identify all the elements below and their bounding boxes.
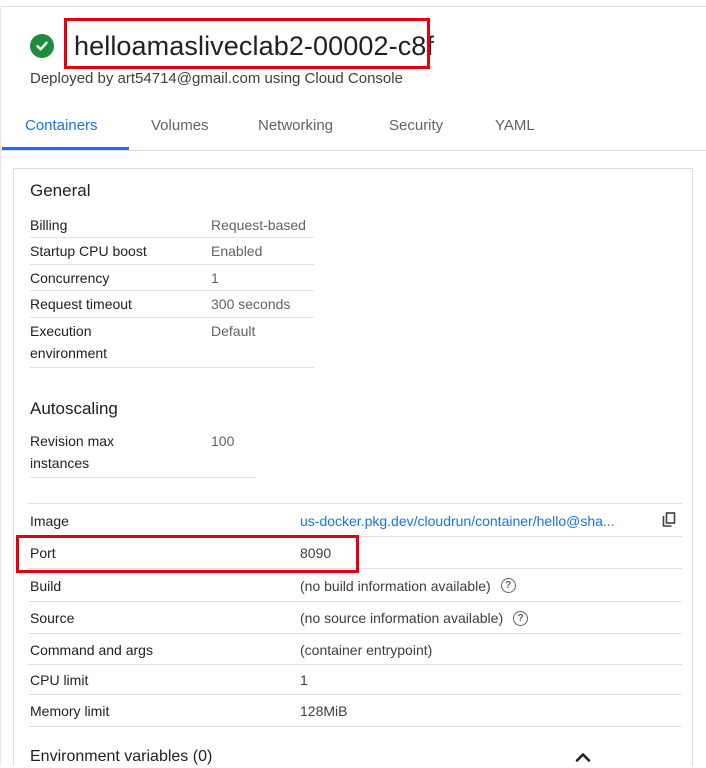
autoscaling-section-title: Autoscaling — [30, 399, 118, 418]
general-value: Request-based — [211, 217, 306, 233]
general-key: Startup CPU boost — [30, 243, 147, 259]
container-key: Command and args — [30, 641, 153, 658]
general-section-title: General — [30, 181, 91, 200]
general-key: Execution environment — [30, 323, 108, 361]
tab-bar: Containers Volumes Networking Security Y… — [0, 112, 706, 151]
container-key: CPU limit — [30, 672, 89, 688]
port-highlight-box — [16, 535, 359, 573]
help-icon[interactable]: ? — [500, 578, 516, 593]
top-border — [0, 6, 706, 7]
container-key: Source — [30, 610, 75, 626]
container-value: us-docker.pkg.dev/cloudrun/container/hel… — [300, 513, 615, 529]
container-key: Memory limit — [30, 703, 110, 719]
general-value: 300 seconds — [211, 296, 291, 312]
container-value: (no source information available) ? — [300, 610, 529, 626]
row-divider — [28, 726, 682, 727]
container-row-image: Image us-docker.pkg.dev/cloudrun/contain… — [28, 504, 682, 537]
general-key: Concurrency — [30, 270, 110, 286]
general-row-timeout: Request timeout 300 seconds — [30, 291, 314, 318]
general-row-cpu-boost: Startup CPU boost Enabled — [30, 238, 314, 265]
container-key: Build — [30, 577, 62, 594]
autoscaling-row-max-instances: Revision max instances 100 — [30, 430, 255, 478]
help-icon[interactable]: ? — [513, 610, 529, 626]
title-highlight-box — [64, 18, 430, 69]
general-row-billing: Billing Request-based — [30, 212, 314, 238]
container-value: (no build information available) ? — [300, 578, 516, 594]
tab-yaml[interactable]: YAML — [495, 112, 535, 149]
tab-networking[interactable]: Networking — [258, 112, 333, 149]
tab-containers[interactable]: Containers — [25, 112, 98, 149]
active-tab-indicator — [2, 147, 129, 150]
container-value: 128MiB — [300, 703, 348, 719]
container-row-cpu-limit: CPU limit 1 — [28, 665, 682, 695]
container-value: 1 — [300, 672, 308, 688]
container-row-build: Build (no build information available) ? — [28, 569, 682, 602]
container-row-command: Command and args (container entrypoint) — [28, 634, 682, 665]
general-value: 1 — [211, 270, 219, 286]
container-row-source: Source (no source information available)… — [28, 602, 682, 634]
general-value: Enabled — [211, 243, 263, 259]
tab-volumes[interactable]: Volumes — [151, 112, 209, 149]
general-key: Request timeout — [30, 296, 132, 312]
general-row-concurrency: Concurrency 1 — [30, 265, 314, 291]
container-value: (container entrypoint) — [300, 641, 433, 658]
deployed-by-text: Deployed by art54714@gmail.com using Clo… — [30, 70, 403, 87]
chevron-up-icon[interactable] — [574, 750, 592, 768]
autoscaling-key: Revision max instances — [30, 433, 115, 471]
row-divider — [30, 367, 314, 368]
container-row-memory-limit: Memory limit 128MiB — [28, 695, 682, 727]
check-circle-icon — [30, 34, 54, 58]
container-key: Image — [30, 512, 69, 529]
source-value-text: (no source information available) — [300, 610, 504, 626]
tab-security[interactable]: Security — [389, 112, 443, 149]
copy-icon[interactable] — [662, 511, 676, 530]
build-value-text: (no build information available) — [300, 577, 491, 594]
general-row-execution-env: Execution environment Default — [30, 318, 314, 368]
general-value: Default — [211, 323, 256, 339]
row-divider — [30, 477, 255, 478]
image-link[interactable]: us-docker.pkg.dev/cloudrun/container/hel… — [300, 513, 615, 529]
general-key: Billing — [30, 217, 68, 233]
environment-variables-header[interactable]: Environment variables (0) — [30, 748, 212, 766]
autoscaling-value: 100 — [211, 433, 235, 449]
